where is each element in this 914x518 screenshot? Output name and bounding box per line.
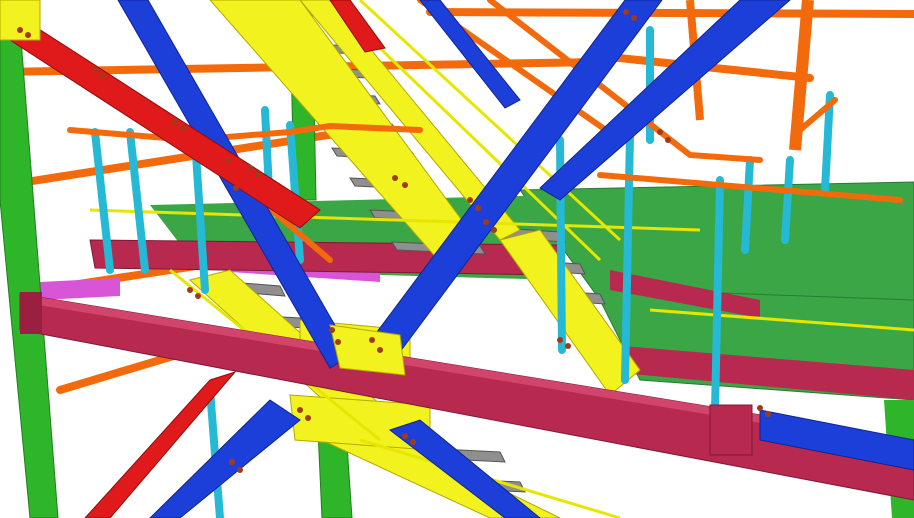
crimson-post-right bbox=[709, 404, 753, 456]
top-left-plate bbox=[0, 0, 41, 41]
crimson-beam-endplate bbox=[20, 292, 42, 334]
magenta-plate-left bbox=[40, 278, 120, 300]
steel-stair-3d-scene bbox=[0, 0, 914, 518]
3d-model-viewport[interactable] bbox=[0, 0, 914, 518]
green-column-left bbox=[0, 0, 59, 518]
